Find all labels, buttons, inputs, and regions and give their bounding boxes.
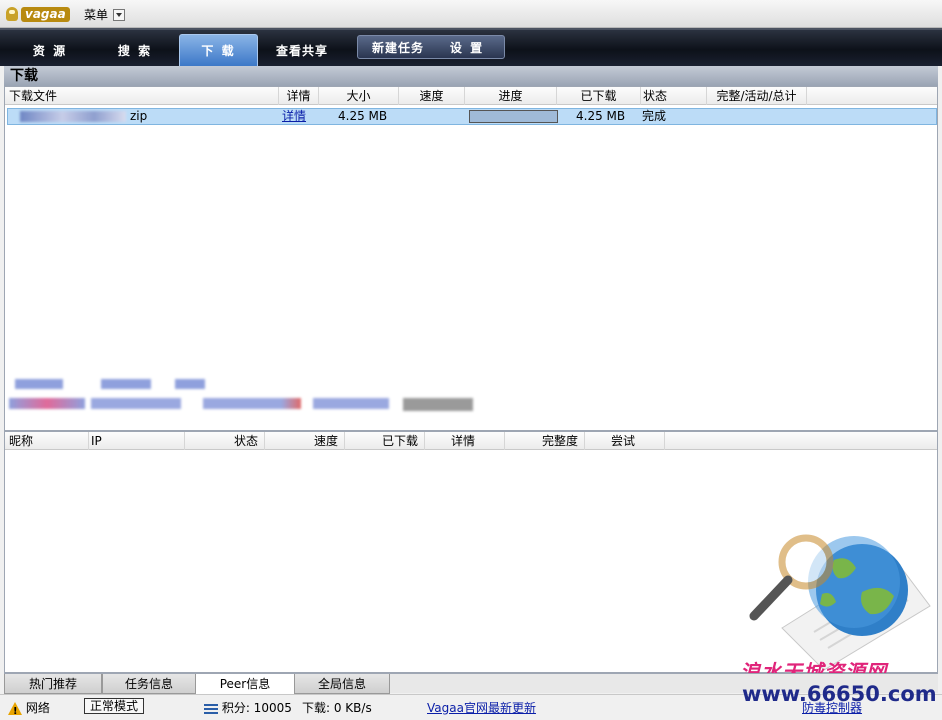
col-peer-speed[interactable]: 速度	[265, 432, 345, 450]
blurred-info	[203, 398, 301, 409]
main-nav-bar: 资 源 搜 索 下 载 查看共享 新建任务 设 置	[0, 28, 942, 66]
tab-peer-info[interactable]: Peer信息	[196, 674, 294, 694]
globe-magnifier-icon	[749, 534, 931, 671]
settings-button[interactable]: 设 置	[436, 36, 498, 58]
col-peer-status[interactable]: 状态	[185, 432, 265, 450]
title-bar: vagaa 菜单	[0, 0, 942, 28]
status-text: 完成	[642, 109, 667, 123]
main-menu-label: 菜单	[84, 8, 109, 22]
details-link[interactable]: 详情	[282, 109, 306, 124]
peer-table-header: 昵称 IP 状态 速度 已下载 详情 完整度 尝试	[5, 432, 937, 450]
file-extension: zip	[130, 109, 148, 123]
nav-action-group: 新建任务 设 置	[357, 35, 505, 59]
file-size: 4.25 MB	[338, 109, 388, 123]
download-table-header: 下载文件 详情 大小 速度 进度 已下载 状态 完整/活动/总计	[5, 87, 937, 105]
tab-resources[interactable]: 资 源	[8, 34, 92, 66]
tab-global-info[interactable]: 全局信息	[294, 674, 390, 694]
tab-search[interactable]: 搜 索	[92, 34, 178, 66]
col-progress[interactable]: 进度	[465, 87, 557, 105]
col-details[interactable]: 详情	[279, 87, 319, 105]
col-completeness[interactable]: 完整度	[505, 432, 585, 450]
blurred-filename	[20, 111, 126, 122]
watermark-url: www.66650.com	[742, 682, 937, 706]
col-downloaded[interactable]: 已下载	[557, 87, 641, 105]
col-size[interactable]: 大小	[319, 87, 399, 105]
col-attempts[interactable]: 尝试	[585, 432, 665, 450]
blurred-info	[313, 398, 389, 409]
tab-download[interactable]: 下 载	[179, 34, 258, 66]
blurred-info	[175, 379, 205, 389]
col-status[interactable]: 状态	[641, 87, 707, 105]
warning-icon	[8, 702, 22, 720]
col-peer-downloaded[interactable]: 已下载	[345, 432, 425, 450]
progress-bar	[469, 110, 558, 123]
vagaa-logo: vagaa	[6, 5, 70, 23]
points-icon	[204, 703, 218, 714]
main-menu-button[interactable]: 菜单	[84, 6, 126, 23]
vagaa-logo-text: vagaa	[21, 6, 70, 22]
tab-view-shares[interactable]: 查看共享	[262, 34, 342, 66]
blurred-info	[403, 398, 473, 411]
download-rate: 下载: 0 KB/s	[302, 701, 372, 715]
blurred-info	[101, 379, 151, 389]
download-list-panel: 下载文件 详情 大小 速度 进度 已下载 状态 完整/活动/总计 zip 详情 …	[4, 86, 938, 431]
tab-task-info[interactable]: 任务信息	[102, 674, 196, 694]
new-task-button[interactable]: 新建任务	[362, 36, 434, 58]
network-label: 网络	[25, 701, 50, 715]
downloaded-amount: 4.25 MB	[576, 109, 626, 123]
tab-hot-recommend[interactable]: 热门推荐	[4, 674, 102, 694]
blurred-info	[15, 379, 63, 389]
blurred-info	[9, 398, 85, 409]
blurred-info	[91, 398, 181, 409]
vagaa-logo-icon	[6, 7, 18, 21]
col-nickname[interactable]: 昵称	[9, 432, 89, 450]
chevron-down-icon[interactable]	[113, 8, 126, 21]
col-complete-active-total[interactable]: 完整/活动/总计	[707, 87, 807, 105]
network-status[interactable]: 网络	[8, 699, 50, 720]
col-file[interactable]: 下载文件	[9, 87, 279, 105]
points-info: 积分: 10005	[204, 699, 292, 717]
section-title: 下载	[4, 66, 938, 86]
update-news-link[interactable]: Vagaa官网最新更新	[427, 699, 536, 717]
mode-button[interactable]: 正常模式	[84, 698, 145, 714]
col-ip[interactable]: IP	[89, 432, 185, 450]
points-text: 积分: 10005	[221, 701, 292, 715]
col-peer-details[interactable]: 详情	[425, 432, 505, 450]
table-row[interactable]: zip 详情 4.25 MB 4.25 MB 完成	[7, 108, 937, 125]
col-speed[interactable]: 速度	[399, 87, 465, 105]
